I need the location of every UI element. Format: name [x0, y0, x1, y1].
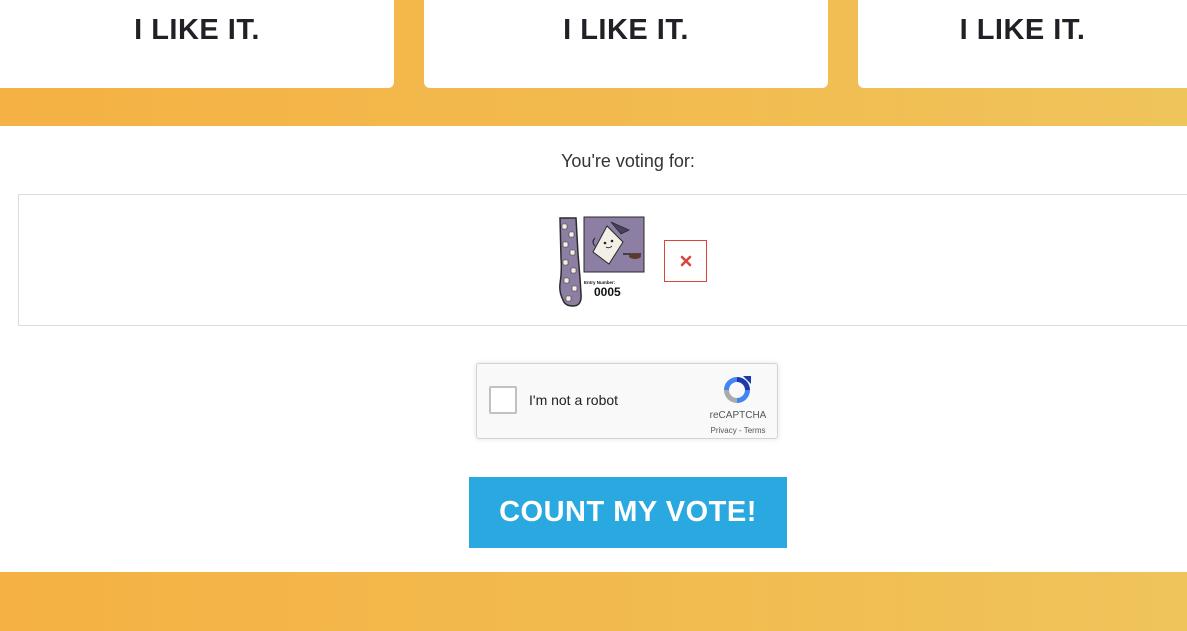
recaptcha-logo-icon: [724, 376, 751, 403]
like-card[interactable]: I LIKE IT.: [424, 0, 828, 88]
like-card-label: I LIKE IT.: [959, 14, 1086, 46]
like-card[interactable]: I LIKE IT.: [0, 0, 394, 88]
recaptcha-label: I'm not a robot: [529, 392, 619, 408]
link-separator: -: [736, 426, 744, 435]
entry-number: 0005: [594, 285, 621, 299]
voting-for-label: You're voting for:: [561, 151, 695, 171]
recaptcha-widget: I'm not a robot reCAPTCHA Privacy - Term…: [476, 363, 778, 439]
recaptcha-brand: reCAPTCHA: [709, 410, 767, 421]
like-card-label: I LIKE IT.: [134, 14, 260, 46]
recaptcha-checkbox[interactable]: [489, 386, 517, 414]
terms-link[interactable]: Terms: [744, 426, 766, 435]
privacy-link[interactable]: Privacy: [711, 426, 737, 435]
like-card[interactable]: I LIKE IT.: [858, 0, 1187, 88]
close-x-icon: [680, 255, 691, 267]
recaptcha-links: Privacy - Terms: [699, 426, 777, 435]
like-card-label: I LIKE IT.: [563, 14, 689, 46]
count-my-vote-button[interactable]: COUNT MY VOTE!: [469, 477, 787, 548]
entry-thumbnail: Entry Number: 0005: [559, 216, 645, 307]
bottom-banner: [0, 572, 1187, 631]
remove-entry-button[interactable]: [664, 240, 707, 282]
